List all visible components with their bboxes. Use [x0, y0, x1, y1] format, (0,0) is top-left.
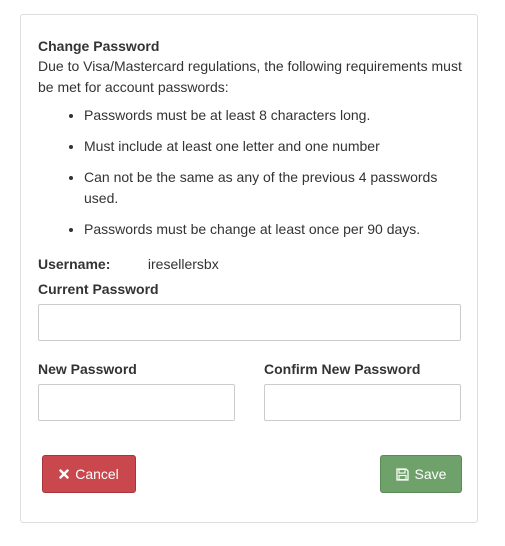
- save-button-label: Save: [414, 466, 447, 482]
- username-label: Username:: [38, 256, 111, 272]
- requirement-item: Passwords must be change at least once p…: [84, 219, 463, 240]
- new-password-label: New Password: [38, 361, 137, 377]
- requirement-item: Passwords must be at least 8 characters …: [84, 105, 463, 126]
- cancel-button[interactable]: Cancel: [42, 455, 136, 493]
- requirement-item: Must include at least one letter and one…: [84, 136, 463, 157]
- confirm-password-label: Confirm New Password: [264, 361, 421, 377]
- requirements-list: Passwords must be at least 8 characters …: [38, 105, 463, 250]
- form-title: Change Password: [38, 38, 160, 54]
- current-password-label: Current Password: [38, 281, 159, 297]
- floppy-disk-icon: [395, 467, 409, 481]
- change-password-panel: Change Password Due to Visa/Mastercard r…: [20, 14, 478, 523]
- cancel-button-label: Cancel: [75, 466, 119, 482]
- requirements-intro: Due to Visa/Mastercard regulations, the …: [38, 58, 462, 95]
- username-value: iresellersbx: [147, 256, 219, 272]
- username-row: Username: iresellersbx: [38, 254, 219, 274]
- new-password-input[interactable]: [38, 384, 235, 421]
- requirement-item: Can not be the same as any of the previo…: [84, 167, 463, 209]
- confirm-password-input[interactable]: [264, 384, 461, 421]
- current-password-input[interactable]: [38, 304, 461, 341]
- close-icon: [59, 469, 69, 479]
- save-button[interactable]: Save: [380, 455, 462, 493]
